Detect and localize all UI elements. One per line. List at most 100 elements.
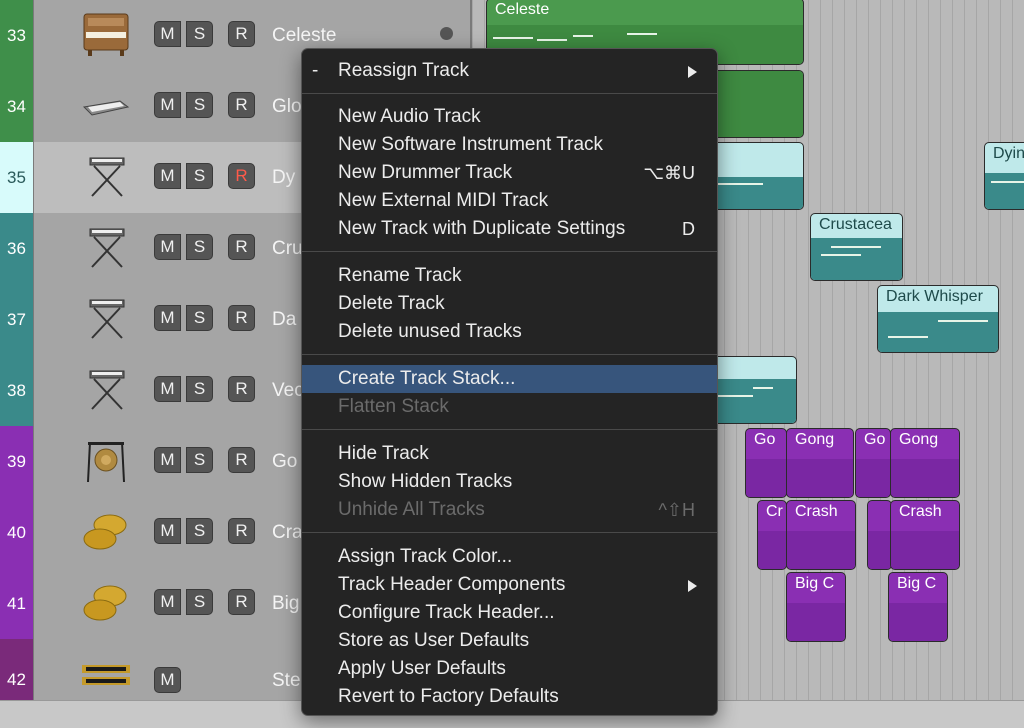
region[interactable]: Big C bbox=[786, 572, 846, 642]
region[interactable]: Crash bbox=[786, 500, 856, 570]
region[interactable]: Dark Whisper bbox=[877, 285, 999, 353]
track-name[interactable]: Glo bbox=[272, 71, 302, 142]
track-name[interactable]: Go bbox=[272, 426, 297, 497]
solo-button[interactable]: S bbox=[186, 234, 213, 260]
solo-button[interactable]: S bbox=[186, 376, 213, 402]
record-enable-button[interactable]: R bbox=[228, 518, 255, 544]
record-enable-button[interactable]: R bbox=[228, 305, 255, 331]
menu-item-new-external-midi-track[interactable]: New External MIDI Track bbox=[302, 187, 717, 215]
menu-item-hide-track[interactable]: Hide Track bbox=[302, 440, 717, 468]
solo-button[interactable]: S bbox=[186, 589, 213, 615]
menu-item-new-track-duplicate-settings[interactable]: New Track with Duplicate Settings D bbox=[302, 215, 717, 243]
region[interactable] bbox=[867, 500, 892, 570]
menu-item-label: Show Hidden Tracks bbox=[338, 471, 513, 492]
region-name: Go bbox=[864, 431, 886, 448]
menu-item-shortcut: ^⇧H bbox=[658, 500, 695, 520]
region-name: Cr bbox=[766, 503, 783, 520]
region-name: Go bbox=[754, 431, 776, 448]
menu-item-create-track-stack[interactable]: Create Track Stack... bbox=[302, 365, 717, 393]
record-enable-button[interactable]: R bbox=[228, 589, 255, 615]
menu-item-new-software-instrument-track[interactable]: New Software Instrument Track bbox=[302, 131, 717, 159]
mute-button[interactable]: M bbox=[154, 21, 181, 47]
menu-item-revert-factory-defaults[interactable]: Revert to Factory Defaults bbox=[302, 683, 717, 711]
region[interactable]: Crustacea bbox=[810, 213, 903, 281]
region-name: Dyin bbox=[993, 145, 1024, 162]
menu-item-delete-unused-tracks[interactable]: Delete unused Tracks bbox=[302, 318, 717, 346]
menu-item-apply-user-defaults[interactable]: Apply User Defaults bbox=[302, 655, 717, 683]
menu-item-label: Reassign Track bbox=[338, 60, 469, 81]
track-number: 39 bbox=[0, 426, 34, 497]
region[interactable]: Dyin bbox=[984, 142, 1024, 210]
region[interactable]: Crash bbox=[890, 500, 960, 570]
menu-item-label: Track Header Components bbox=[338, 574, 566, 595]
menu-separator bbox=[302, 532, 717, 533]
solo-button[interactable]: S bbox=[186, 163, 213, 189]
track-on-off-dot[interactable] bbox=[440, 27, 453, 40]
mute-button[interactable]: M bbox=[154, 376, 181, 402]
menu-item-store-user-defaults[interactable]: Store as User Defaults bbox=[302, 627, 717, 655]
record-enable-button[interactable]: R bbox=[228, 234, 255, 260]
mute-button[interactable]: M bbox=[154, 447, 181, 473]
menu-item-new-audio-track[interactable]: New Audio Track bbox=[302, 103, 717, 131]
mute-button[interactable]: M bbox=[154, 667, 181, 693]
track-name[interactable]: Vec bbox=[272, 355, 304, 426]
solo-button[interactable]: S bbox=[186, 21, 213, 47]
track-name[interactable]: Cra bbox=[272, 497, 303, 568]
record-enable-button[interactable]: R bbox=[228, 21, 255, 47]
menu-separator bbox=[302, 93, 717, 94]
region[interactable]: Gong bbox=[890, 428, 960, 498]
menu-item-label: Rename Track bbox=[338, 265, 462, 286]
record-enable-button[interactable]: R bbox=[228, 92, 255, 118]
region[interactable]: Go bbox=[745, 428, 787, 498]
menu-item-label: Delete unused Tracks bbox=[338, 321, 522, 342]
mute-button[interactable]: M bbox=[154, 163, 181, 189]
track-number: 41 bbox=[0, 568, 34, 639]
region[interactable]: Big C bbox=[888, 572, 948, 642]
region-name: Dark Whisper bbox=[886, 288, 983, 305]
track-number: 38 bbox=[0, 355, 34, 426]
mute-button[interactable]: M bbox=[154, 589, 181, 615]
record-enable-button[interactable]: R bbox=[228, 163, 255, 189]
menu-item-track-header-components[interactable]: Track Header Components bbox=[302, 571, 717, 599]
keyboard-icon bbox=[82, 100, 130, 116]
menu-item-show-hidden-tracks[interactable]: Show Hidden Tracks bbox=[302, 468, 717, 496]
solo-button[interactable]: S bbox=[186, 518, 213, 544]
mute-button[interactable]: M bbox=[154, 518, 181, 544]
menu-item-reassign-track[interactable]: - Reassign Track bbox=[302, 57, 717, 85]
solo-button[interactable]: S bbox=[186, 92, 213, 118]
menu-item-label: Hide Track bbox=[338, 443, 429, 464]
menu-item-label: New Drummer Track bbox=[338, 162, 513, 183]
region[interactable]: Cr bbox=[757, 500, 787, 570]
mute-button[interactable]: M bbox=[154, 305, 181, 331]
solo-button[interactable]: S bbox=[186, 305, 213, 331]
menu-item-assign-track-color[interactable]: Assign Track Color... bbox=[302, 543, 717, 571]
record-enable-button[interactable]: R bbox=[228, 447, 255, 473]
track-number: 34 bbox=[0, 71, 34, 142]
submenu-arrow-icon bbox=[688, 66, 697, 78]
track-name[interactable]: Big bbox=[272, 568, 299, 639]
menu-item-rename-track[interactable]: Rename Track bbox=[302, 262, 717, 290]
region[interactable]: Go bbox=[855, 428, 891, 498]
menu-item-configure-track-header[interactable]: Configure Track Header... bbox=[302, 599, 717, 627]
menu-item-label: Delete Track bbox=[338, 293, 445, 314]
submenu-arrow-icon bbox=[688, 580, 697, 592]
mute-button[interactable]: M bbox=[154, 92, 181, 118]
menu-item-label: Assign Track Color... bbox=[338, 546, 513, 567]
region-name: Big C bbox=[795, 575, 835, 592]
menu-item-unhide-all-tracks: Unhide All Tracks ^⇧H bbox=[302, 496, 717, 524]
region-name: Crustacea bbox=[819, 216, 892, 233]
solo-button[interactable]: S bbox=[186, 447, 213, 473]
region[interactable]: Gong bbox=[786, 428, 854, 498]
mute-button[interactable]: M bbox=[154, 234, 181, 260]
menu-item-shortcut: ⌥⌘U bbox=[643, 163, 695, 183]
track-name[interactable]: Cru bbox=[272, 213, 303, 284]
record-enable-button[interactable]: R bbox=[228, 376, 255, 402]
piano-icon bbox=[83, 13, 129, 56]
track-name[interactable]: Dy bbox=[272, 142, 295, 213]
keyboard-stand-icon bbox=[89, 370, 125, 410]
menu-item-label: New Track with Duplicate Settings bbox=[338, 218, 626, 239]
track-name[interactable]: Da bbox=[272, 284, 296, 355]
menu-item-new-drummer-track[interactable]: New Drummer Track ⌥⌘U bbox=[302, 159, 717, 187]
region-name: Celeste bbox=[495, 1, 550, 18]
menu-item-delete-track[interactable]: Delete Track bbox=[302, 290, 717, 318]
